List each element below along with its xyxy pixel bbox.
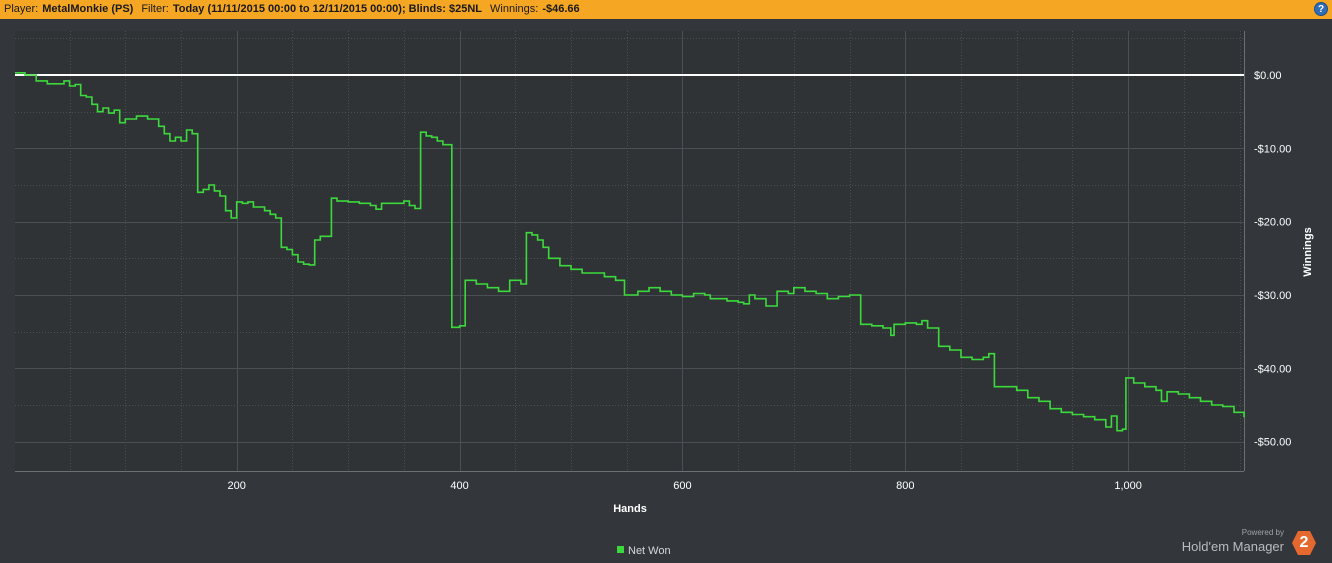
y-tick-label: -$50.00 <box>1254 437 1291 449</box>
y-tick-label: -$40.00 <box>1254 363 1291 375</box>
legend[interactable]: Net Won <box>617 545 671 557</box>
y-axis-title: Winnings <box>1302 227 1314 276</box>
winnings-chart: 200 400 600 800 1,000 $0.00 -$10.00 -$20.00 -$30… <box>15 31 1314 557</box>
y-tick-label: -$20.00 <box>1254 217 1291 229</box>
legend-label-net-won: Net Won <box>628 545 671 557</box>
y-tick-label: $0.00 <box>1254 70 1282 82</box>
hm2-logo-icon: 2 <box>1292 531 1316 555</box>
y-tick-label: -$10.00 <box>1254 143 1291 155</box>
brand-name: Hold'em Manager <box>1181 539 1284 554</box>
x-tick-label: 600 <box>673 480 691 492</box>
x-tick-label: 800 <box>896 480 914 492</box>
powered-by-text: Powered by <box>1241 528 1284 537</box>
x-tick-label: 200 <box>228 480 246 492</box>
brand-badge: Powered by Hold'em Manager 2 <box>1182 528 1322 558</box>
y-tick-label: -$30.00 <box>1254 290 1291 302</box>
x-axis-title: Hands <box>613 503 647 515</box>
x-tick-label: 1,000 <box>1114 480 1142 492</box>
legend-swatch-net-won <box>617 546 624 553</box>
x-tick-label: 400 <box>450 480 468 492</box>
